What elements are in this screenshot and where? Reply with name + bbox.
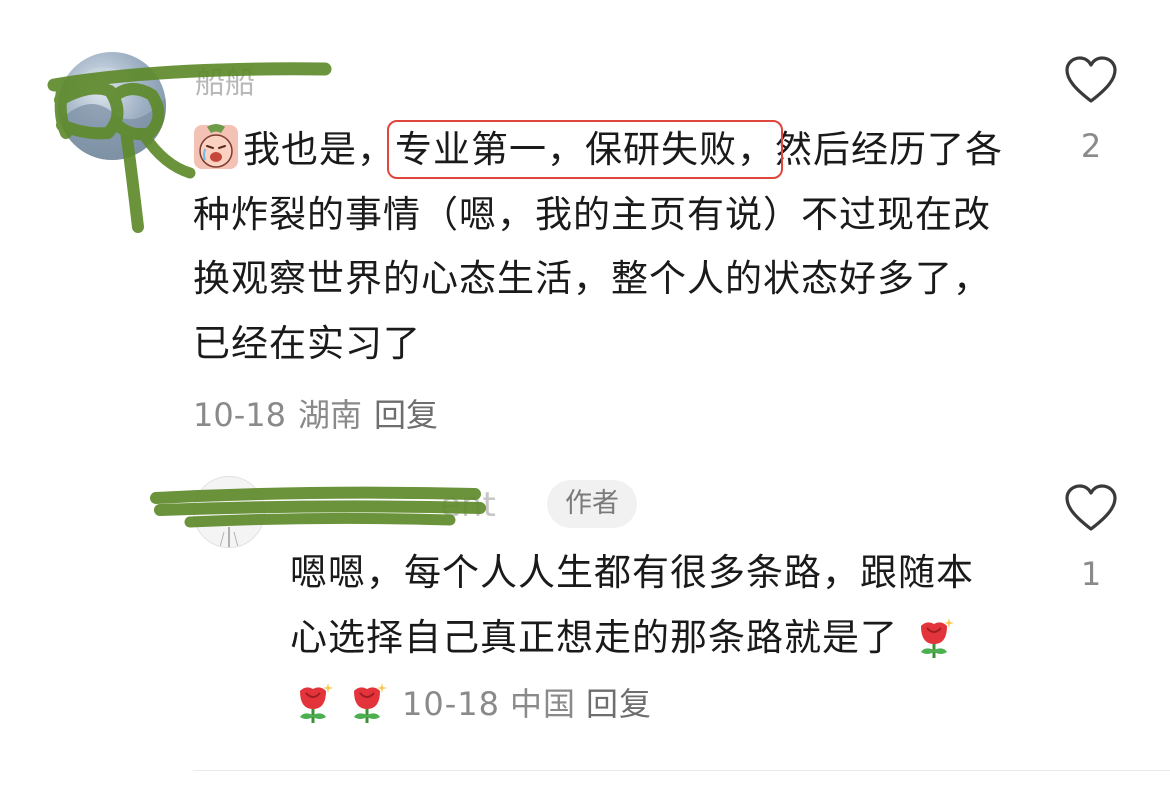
reply-button[interactable]: 回复 [374, 396, 438, 434]
reply-location: 中国 [509, 685, 576, 723]
comment-date: 10-18 [193, 396, 286, 434]
author-username[interactable]: ent [440, 485, 496, 525]
like-count: 1 [1080, 555, 1102, 593]
reply-meta: 10-18 中国 回复 [402, 685, 662, 723]
rose-emoji [354, 683, 387, 723]
rose-emoji [920, 618, 954, 658]
reply-reply-button[interactable]: 回复 [586, 685, 652, 723]
comment-meta: 10-18 湖南 回复 [193, 390, 450, 436]
author-badge: 作者 [547, 480, 637, 528]
reply-body: 嗯嗯，每个人人生都有很多条路，跟随本心选择自己真正想走的那条路就是了 10-18… [290, 540, 990, 737]
comment-like[interactable]: 2 [1063, 55, 1119, 165]
commenter-avatar[interactable] [58, 52, 166, 160]
comment-body: 我也是，专业第一，保研失败，然后经历了各种炸裂的事情（嗯，我的主页有说）不过现在… [193, 118, 1023, 376]
comment-text-pre: 我也是， [243, 128, 395, 171]
comment-location: 湖南 [297, 396, 362, 434]
heart-icon[interactable] [1064, 55, 1118, 105]
crying-face-sticker [194, 124, 238, 169]
reply-text: 嗯嗯，每个人人生都有很多条路，跟随本心选择自己真正想走的那条路就是了 [290, 551, 974, 659]
commenter-username[interactable]: 船船 [195, 58, 255, 102]
like-count: 2 [1080, 127, 1102, 165]
reply-like[interactable]: 1 [1063, 483, 1119, 593]
divider [193, 770, 1170, 771]
heart-icon[interactable] [1064, 483, 1118, 533]
highlighted-text: 专业第一，保研失败， [387, 120, 783, 179]
rose-emoji [300, 683, 333, 723]
reply-date: 10-18 [402, 685, 500, 723]
author-avatar[interactable] [193, 476, 265, 548]
